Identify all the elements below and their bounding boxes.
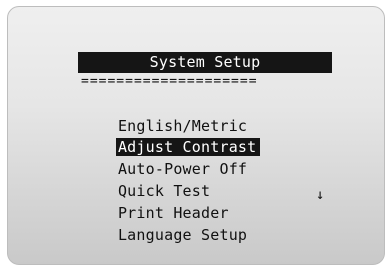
menu-item-adjust-contrast[interactable]: Adjust Contrast xyxy=(81,117,261,156)
screen-title: System Setup xyxy=(78,52,332,73)
menu-item-english-metric[interactable]: English/Metric xyxy=(81,96,247,135)
device-screen: System Setup ==================== Englis… xyxy=(7,6,385,265)
menu-item-language-setup[interactable]: Language Setup xyxy=(81,205,247,244)
menu-item-quick-test[interactable]: Quick Test xyxy=(81,161,210,200)
scroll-down-arrow-icon: ↓ xyxy=(316,187,325,203)
menu-item-label: Language Setup xyxy=(117,226,248,244)
menu-item-auto-power-off[interactable]: Auto-Power Off xyxy=(81,139,247,178)
title-separator: ==================== xyxy=(81,74,258,89)
menu-item-print-header[interactable]: Print Header xyxy=(81,183,229,222)
